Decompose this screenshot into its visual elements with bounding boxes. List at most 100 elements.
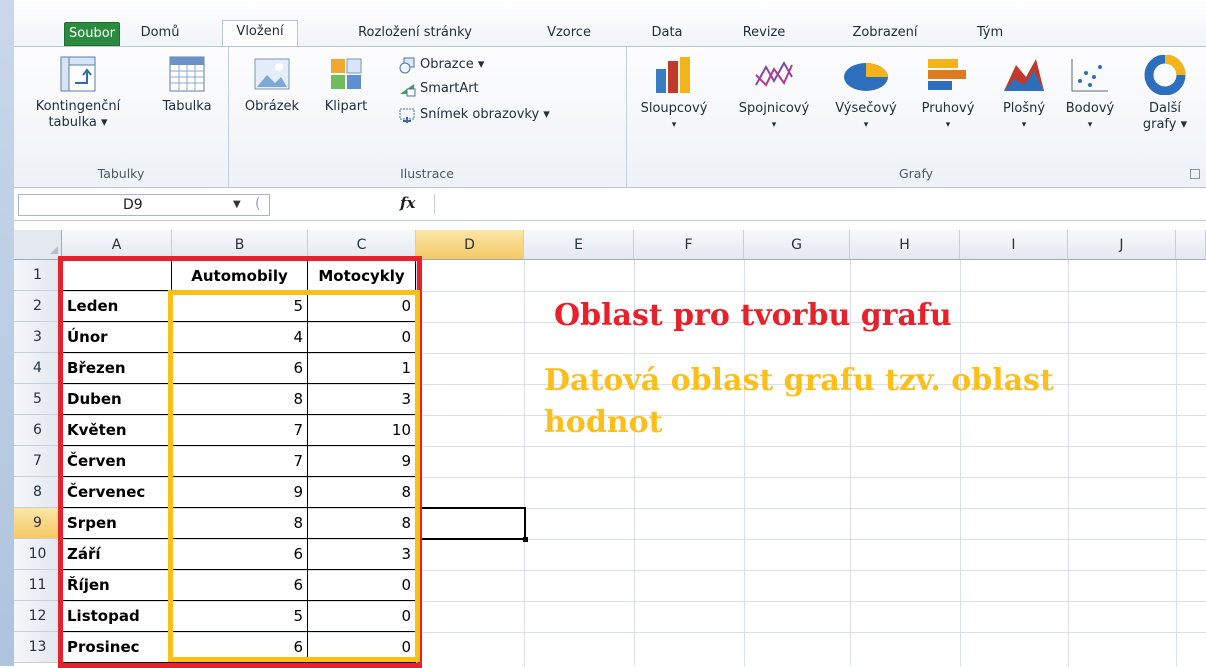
other-charts-button[interactable]: Další grafy ▾	[1130, 55, 1200, 133]
gridline	[960, 260, 961, 666]
pie-chart-label: Výsečový	[835, 101, 897, 116]
tab-page-layout[interactable]: Rozložení stránky	[340, 22, 490, 44]
bar-chart-icon	[928, 59, 966, 90]
table-icon	[169, 56, 205, 92]
row-header-1[interactable]: 1	[14, 260, 62, 291]
column-chart-dropdown-icon: ▾	[671, 120, 677, 130]
area-chart-label: Plošný	[1002, 101, 1046, 116]
name-box[interactable]: D9 ▼ (	[18, 194, 270, 216]
line-chart-icon	[755, 60, 793, 87]
pie-chart-button[interactable]: Výsečový ▾	[826, 55, 906, 133]
clipart-button[interactable]: Klipart	[316, 55, 376, 115]
data-range-highlight	[168, 290, 420, 662]
ribbon-tab-bar: Soubor Domů Vložení Rozložení stránky Vz…	[14, 0, 1206, 48]
area-chart-icon	[1004, 59, 1044, 91]
row-header-4[interactable]: 4	[14, 353, 62, 384]
row-header-6[interactable]: 6	[14, 415, 62, 446]
clipart-icon	[331, 58, 362, 89]
other-charts-label-2: grafy ▾	[1142, 117, 1188, 132]
area-chart-button[interactable]: Plošný ▾	[990, 55, 1058, 133]
clipart-label: Klipart	[324, 99, 368, 114]
column-header-h[interactable]: H	[850, 230, 960, 260]
tab-home[interactable]: Domů	[130, 22, 190, 44]
window-frame	[0, 0, 14, 666]
tab-review[interactable]: Revize	[734, 22, 794, 44]
tab-data[interactable]: Data	[642, 22, 692, 44]
tab-team[interactable]: Tým	[970, 22, 1010, 44]
cancel-icon[interactable]: (	[255, 194, 260, 214]
active-cell-d9[interactable]	[416, 507, 528, 542]
chart-range-annotation: Oblast pro tvorbu grafu	[554, 298, 952, 333]
gridline	[524, 260, 525, 666]
column-header-k[interactable]	[1176, 230, 1206, 260]
bar-chart-dropdown-icon: ▾	[945, 120, 951, 130]
name-box-value: D9	[123, 197, 143, 213]
smartart-label: SmartArt	[420, 81, 479, 96]
tab-view[interactable]: Zobrazení	[840, 22, 930, 44]
pivot-table-icon	[60, 56, 96, 92]
row-header-11[interactable]: 11	[14, 570, 62, 601]
pivot-table-label-1: Kontingenční	[35, 99, 121, 114]
line-chart-button[interactable]: Spojnicový ▾	[726, 55, 822, 133]
row-header-3[interactable]: 3	[14, 322, 62, 353]
picture-button[interactable]: Obrázek	[232, 55, 312, 115]
tab-formulas[interactable]: Vzorce	[534, 22, 604, 44]
ribbon: Kontingenční tabulka ▾ Tabulka Tabulky O…	[14, 46, 1206, 188]
select-all-corner[interactable]	[14, 230, 62, 260]
row-header-2[interactable]: 2	[14, 291, 62, 322]
pivot-table-label-2: tabulka ▾	[48, 115, 108, 130]
table-label: Tabulka	[162, 99, 212, 114]
scatter-chart-dropdown-icon: ▾	[1087, 120, 1093, 130]
scatter-chart-icon	[1071, 59, 1108, 92]
row-header-8[interactable]: 8	[14, 477, 62, 508]
row-header-9[interactable]: 9	[14, 508, 62, 539]
pie-chart-dropdown-icon: ▾	[863, 120, 869, 130]
row-header-7[interactable]: 7	[14, 446, 62, 477]
screenshot-label: Snímek obrazovky ▾	[420, 107, 550, 122]
row-header-10[interactable]: 10	[14, 539, 62, 570]
shapes-label: Obrazce ▾	[420, 57, 485, 72]
column-chart-button[interactable]: Sloupcový ▾	[626, 55, 722, 133]
column-header-e[interactable]: E	[524, 230, 634, 260]
row-header-5[interactable]: 5	[14, 384, 62, 415]
table-button[interactable]: Tabulka	[152, 55, 222, 115]
row-header-13[interactable]: 13	[14, 632, 62, 663]
group-label-illustrations: Ilustrace	[400, 166, 454, 181]
tab-insert[interactable]: Vložení	[222, 20, 298, 47]
column-header-f[interactable]: F	[634, 230, 744, 260]
column-header-g[interactable]: G	[744, 230, 850, 260]
tab-file[interactable]: Soubor	[64, 22, 120, 46]
bar-chart-label: Pruhový	[921, 101, 975, 116]
charts-dialog-launcher[interactable]	[1190, 169, 1200, 179]
gridline	[1176, 260, 1177, 666]
corner-triangle-icon	[50, 246, 58, 254]
formula-input[interactable]	[434, 194, 1205, 214]
shapes-icon	[399, 57, 415, 73]
column-header-j[interactable]: J	[1068, 230, 1176, 260]
doughnut-chart-icon	[1144, 55, 1186, 95]
insert-function-icon[interactable]: fx	[400, 194, 415, 212]
other-charts-label-1: Další	[1149, 101, 1181, 116]
screenshot-icon	[399, 108, 415, 123]
formula-bar: D9 ▼ ( fx	[14, 188, 1206, 221]
shapes-button[interactable]: Obrazce ▾	[398, 55, 484, 75]
scatter-chart-label: Bodový	[1065, 101, 1115, 116]
picture-icon	[254, 58, 290, 90]
data-range-annotation: Datová oblast grafu tzv. oblast hodnot	[544, 363, 1054, 440]
group-illustrations: Obrázek Klipart Obrazce ▾ SmartArt Sníme…	[228, 47, 627, 187]
bar-chart-button[interactable]: Pruhový ▾	[908, 55, 988, 133]
group-label-charts: Grafy	[898, 166, 934, 181]
column-header-d[interactable]: D	[416, 230, 524, 260]
screenshot-button[interactable]: Snímek obrazovky ▾	[398, 105, 550, 125]
column-chart-label: Sloupcový	[640, 101, 708, 116]
scatter-chart-button[interactable]: Bodový ▾	[1056, 55, 1124, 133]
smartart-button[interactable]: SmartArt	[398, 79, 479, 99]
name-box-dropdown-icon[interactable]: ▼	[233, 195, 241, 215]
column-header-i[interactable]: I	[960, 230, 1068, 260]
line-chart-dropdown-icon: ▾	[771, 120, 777, 130]
row-header-12[interactable]: 12	[14, 601, 62, 632]
group-charts: Sloupcový ▾ Spojnicový ▾ Výsečový ▾ Pruh…	[626, 47, 1206, 187]
pivot-table-button[interactable]: Kontingenční tabulka ▾	[18, 55, 138, 131]
spreadsheet-grid[interactable]: A B C D E F G H I J 1 2 3 4 5 6 7 8 9 10…	[14, 230, 1206, 668]
pie-chart-icon	[844, 63, 888, 91]
